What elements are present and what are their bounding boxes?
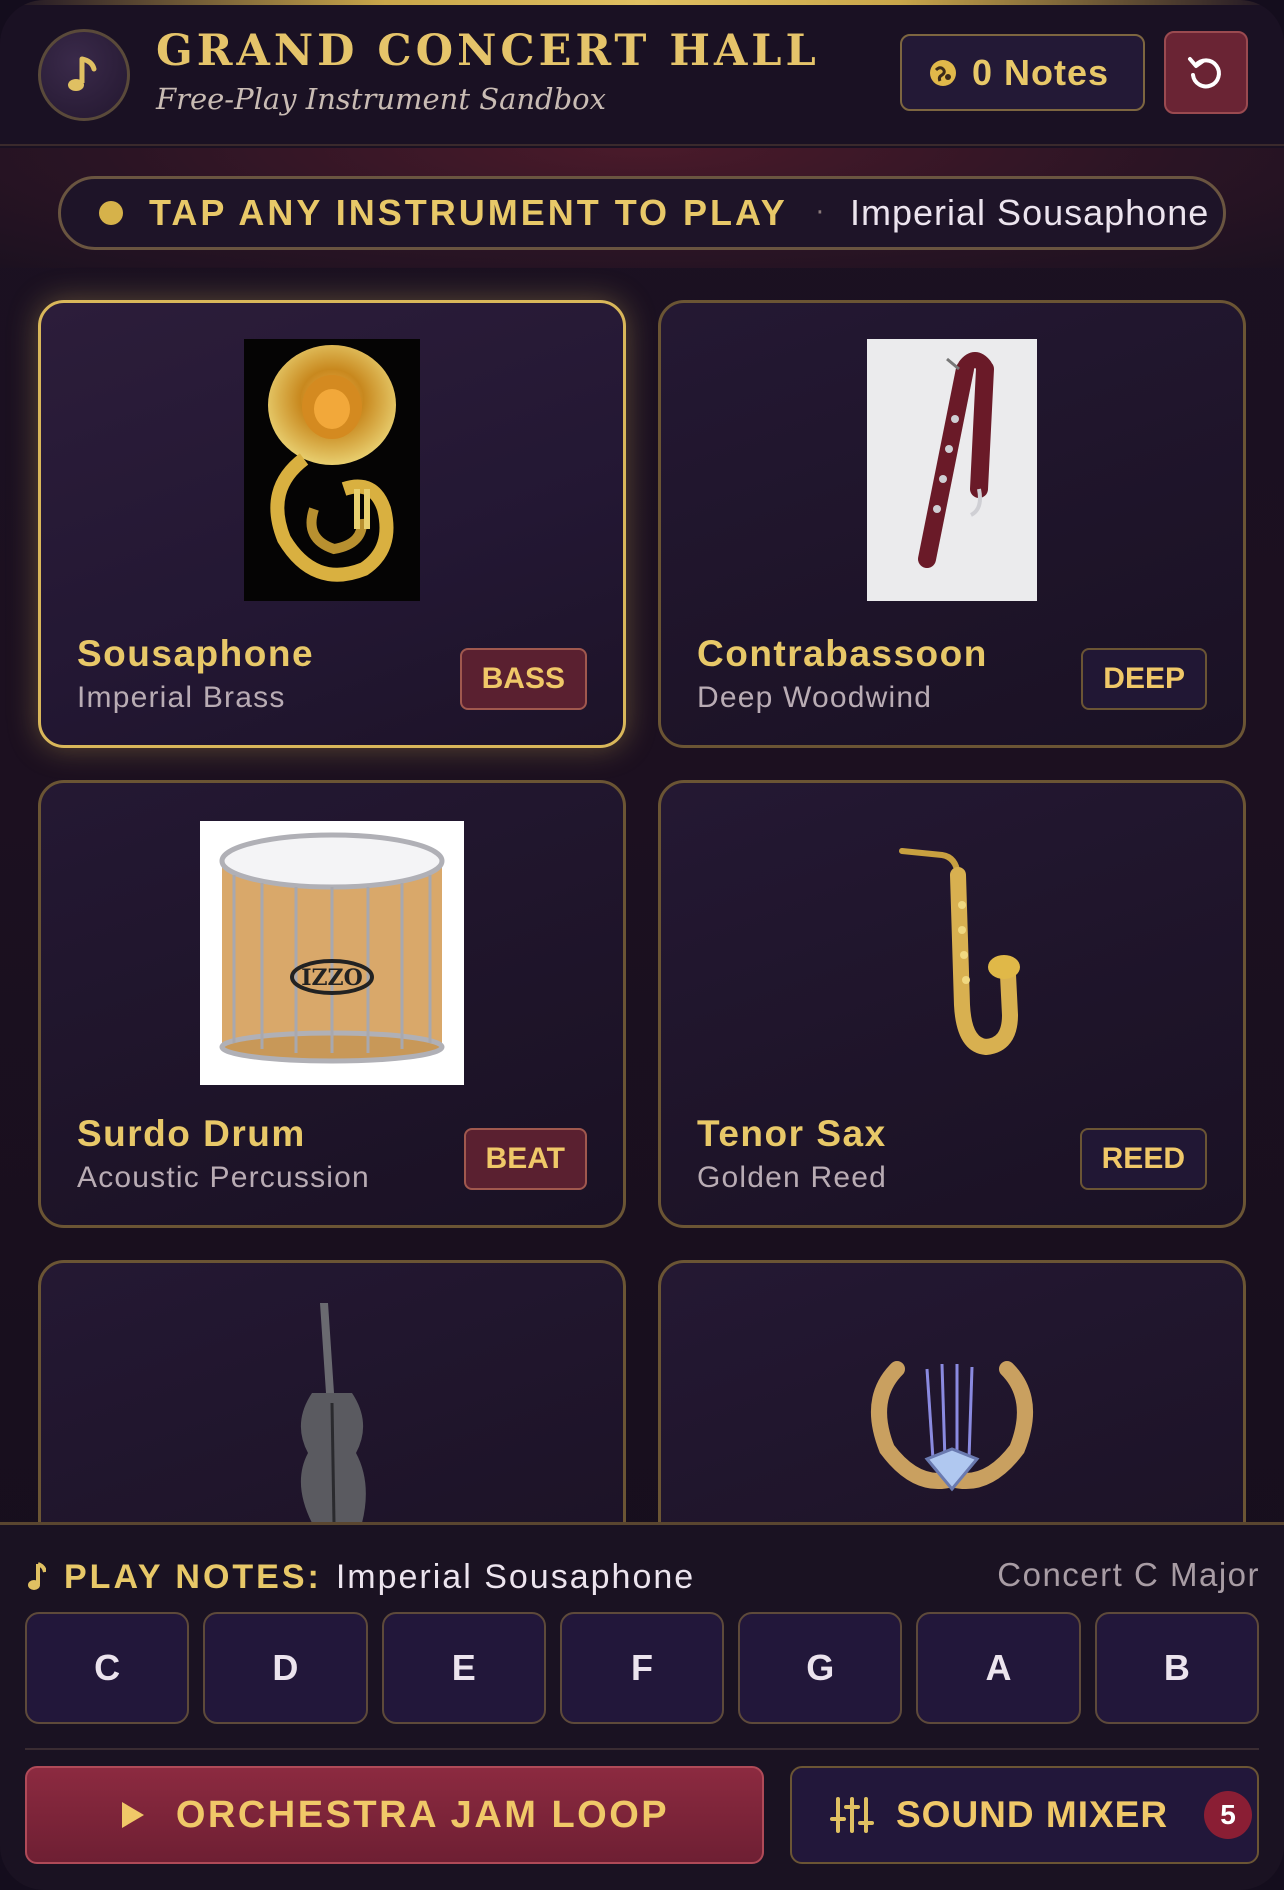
instrument-card-contrabassoon[interactable]: Contrabassoon Deep Woodwind DEEP	[658, 300, 1246, 748]
instrument-card-tenor-sax[interactable]: Tenor Sax Golden Reed REED	[658, 780, 1246, 1228]
sousaphone-image	[244, 339, 420, 601]
instrument-name: Tenor Sax	[697, 1113, 887, 1154]
panel-divider	[25, 1748, 1259, 1750]
app-root: GRAND CONCERT HALL Free-Play Instrument …	[0, 0, 1284, 1890]
instrument-tag: BEAT	[463, 1128, 587, 1190]
globe-coin-icon	[930, 59, 956, 86]
note-key-a[interactable]: A	[916, 1612, 1081, 1724]
mixer-count-badge: 5	[1204, 1791, 1253, 1839]
tenor-sax-image	[882, 835, 1022, 1075]
music-note-logo-icon	[38, 29, 130, 121]
instrument-family: Acoustic Percussion	[77, 1161, 370, 1194]
instrument-tag: REED	[1079, 1128, 1207, 1190]
instrument-name: Surdo Drum	[77, 1113, 306, 1154]
note-keys: C D E F G A B	[25, 1612, 1259, 1724]
note-key-g[interactable]: G	[738, 1612, 903, 1724]
play-icon	[121, 1802, 144, 1828]
instrument-family: Deep Woodwind	[697, 681, 933, 714]
instrument-family: Imperial Brass	[77, 681, 286, 714]
instrument-card-surdo-drum[interactable]: IZZO Surdo Drum Acoustic Percussion BEAT	[38, 780, 626, 1228]
app-title: GRAND CONCERT HALL	[156, 26, 820, 76]
violin-image	[272, 1299, 392, 1524]
app-subtitle: Free-Play Instrument Sandbox	[156, 82, 606, 116]
reset-icon	[1188, 56, 1221, 88]
sound-mixer-label: SOUND MIXER	[896, 1794, 1169, 1835]
reset-button[interactable]	[1164, 31, 1248, 114]
note-key-d[interactable]: D	[203, 1612, 368, 1724]
banner-selected-instrument: Imperial Sousaphone	[850, 192, 1210, 233]
note-key-f[interactable]: F	[559, 1612, 725, 1724]
key-signature: Concert C Major	[997, 1556, 1260, 1593]
notes-count-label: 0 Notes	[972, 51, 1110, 93]
note-key-c[interactable]: C	[25, 1612, 190, 1724]
instrument-tag: DEEP	[1081, 648, 1207, 710]
instrument-name: Contrabassoon	[697, 633, 988, 674]
instrument-family: Golden Reed	[697, 1161, 887, 1194]
instruction-banner: TAP ANY INSTRUMENT TO PLAY · Imperial So…	[58, 176, 1226, 250]
sound-mixer-button[interactable]: SOUND MIXER 5	[790, 1766, 1259, 1864]
music-note-icon	[28, 1562, 46, 1590]
instrument-card-sousaphone[interactable]: Sousaphone Imperial Brass BASS	[38, 300, 626, 748]
play-notes-label: PLAY NOTES:	[64, 1557, 322, 1596]
play-notes-instrument: Imperial Sousaphone	[335, 1557, 696, 1596]
status-dot	[99, 201, 123, 225]
note-key-b[interactable]: B	[1094, 1612, 1259, 1724]
orchestra-jam-loop-button[interactable]: ORCHESTRA JAM LOOP	[25, 1766, 764, 1864]
instrument-tag: BASS	[459, 648, 587, 710]
banner-separator: ·	[815, 198, 825, 228]
surdo-drum-image: IZZO	[200, 821, 464, 1085]
contrabassoon-image	[867, 339, 1037, 601]
lyre-image	[857, 1339, 1047, 1519]
instrument-name: Sousaphone	[77, 633, 315, 674]
note-key-e[interactable]: E	[381, 1612, 546, 1724]
header-accent-line	[0, 0, 1284, 5]
notes-counter: 0 Notes	[900, 34, 1145, 111]
svg-text:IZZO: IZZO	[301, 965, 363, 991]
banner-instruction: TAP ANY INSTRUMENT TO PLAY	[149, 192, 788, 233]
jam-loop-label: ORCHESTRA JAM LOOP	[175, 1793, 670, 1836]
sliders-icon	[830, 1797, 874, 1833]
